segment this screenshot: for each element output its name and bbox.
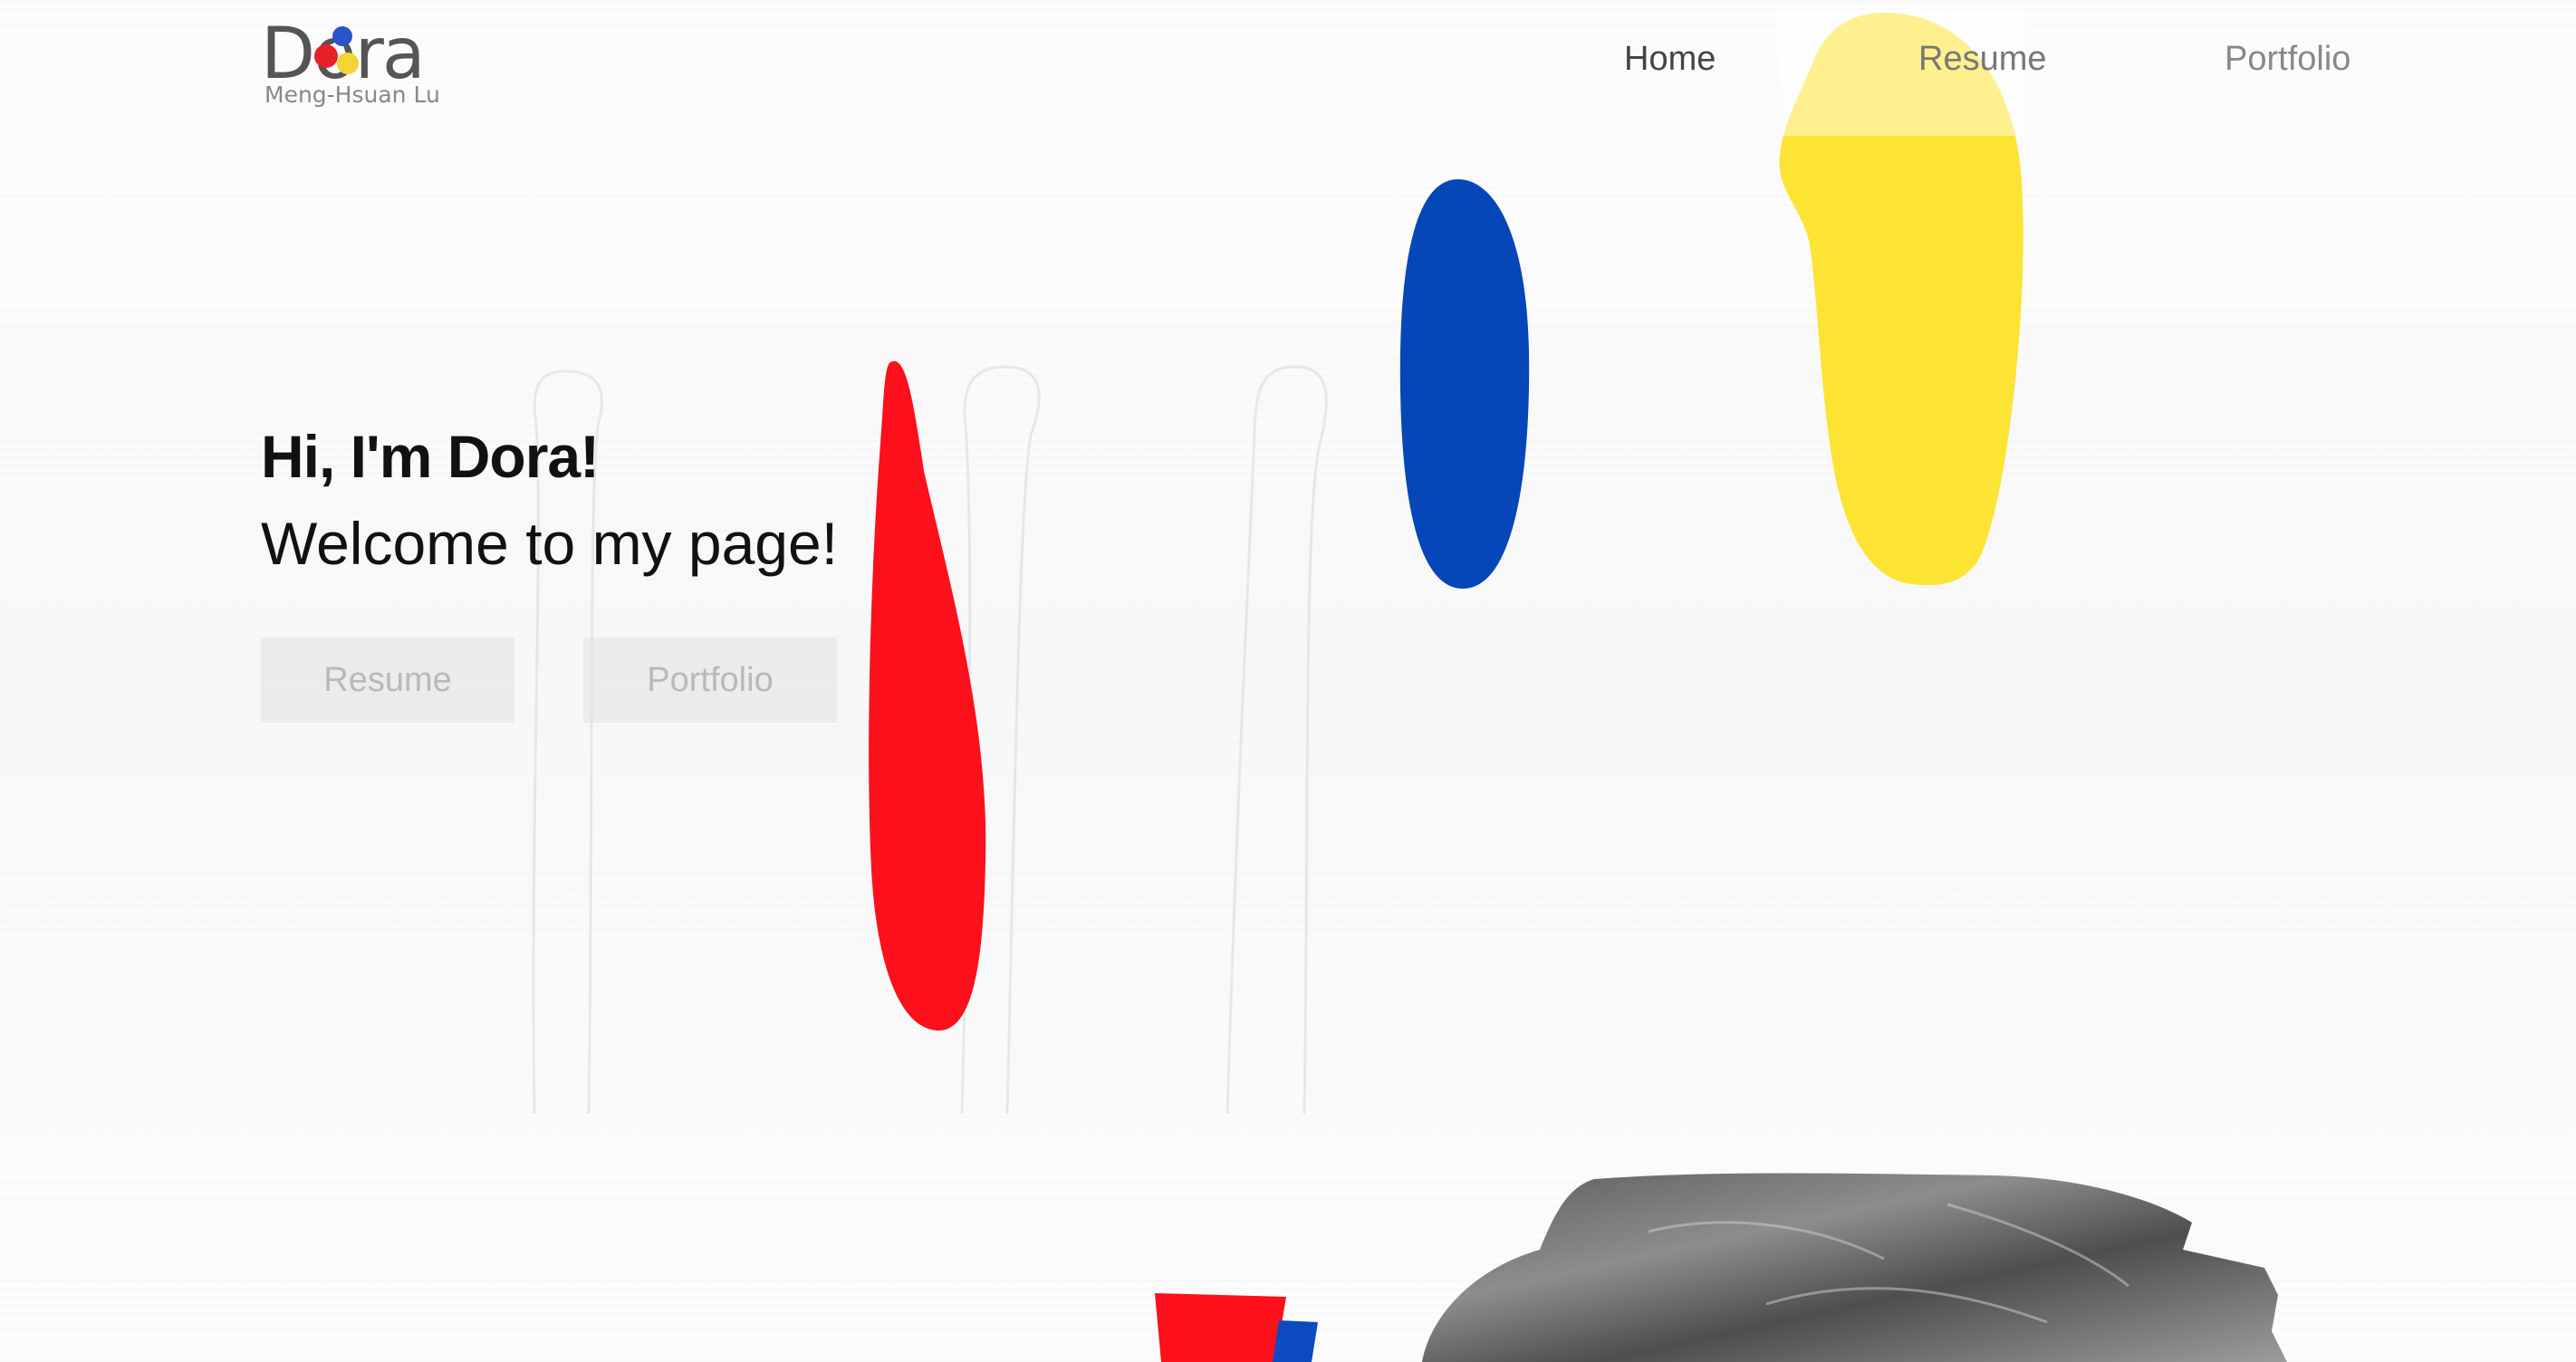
site-logo[interactable]: Dora Meng-Hsuan Lu — [261, 16, 451, 112]
portfolio-button[interactable]: Portfolio — [583, 638, 837, 723]
blue-paint-blob — [1399, 178, 1530, 590]
nav-portfolio-link[interactable]: Portfolio — [2225, 40, 2350, 79]
grayscale-brush-photo — [1422, 1173, 2287, 1362]
resume-button[interactable]: Resume — [261, 638, 514, 723]
hero-welcome: Welcome to my page! — [261, 510, 839, 577]
nav-home-link[interactable]: Home — [1624, 40, 1716, 79]
logo-subtitle: Meng-Hsuan Lu — [264, 82, 440, 108]
logo-dots-icon — [314, 26, 359, 74]
nav-resume-link[interactable]: Resume — [1918, 40, 2047, 79]
page: Dora Meng-Hsuan Lu Home Resume Portfolio… — [0, 0, 2576, 1362]
red-paint-shape — [1155, 1293, 1286, 1362]
hero-greeting: Hi, I'm Dora! — [261, 423, 600, 490]
blue-paint-shape — [1273, 1320, 1318, 1362]
